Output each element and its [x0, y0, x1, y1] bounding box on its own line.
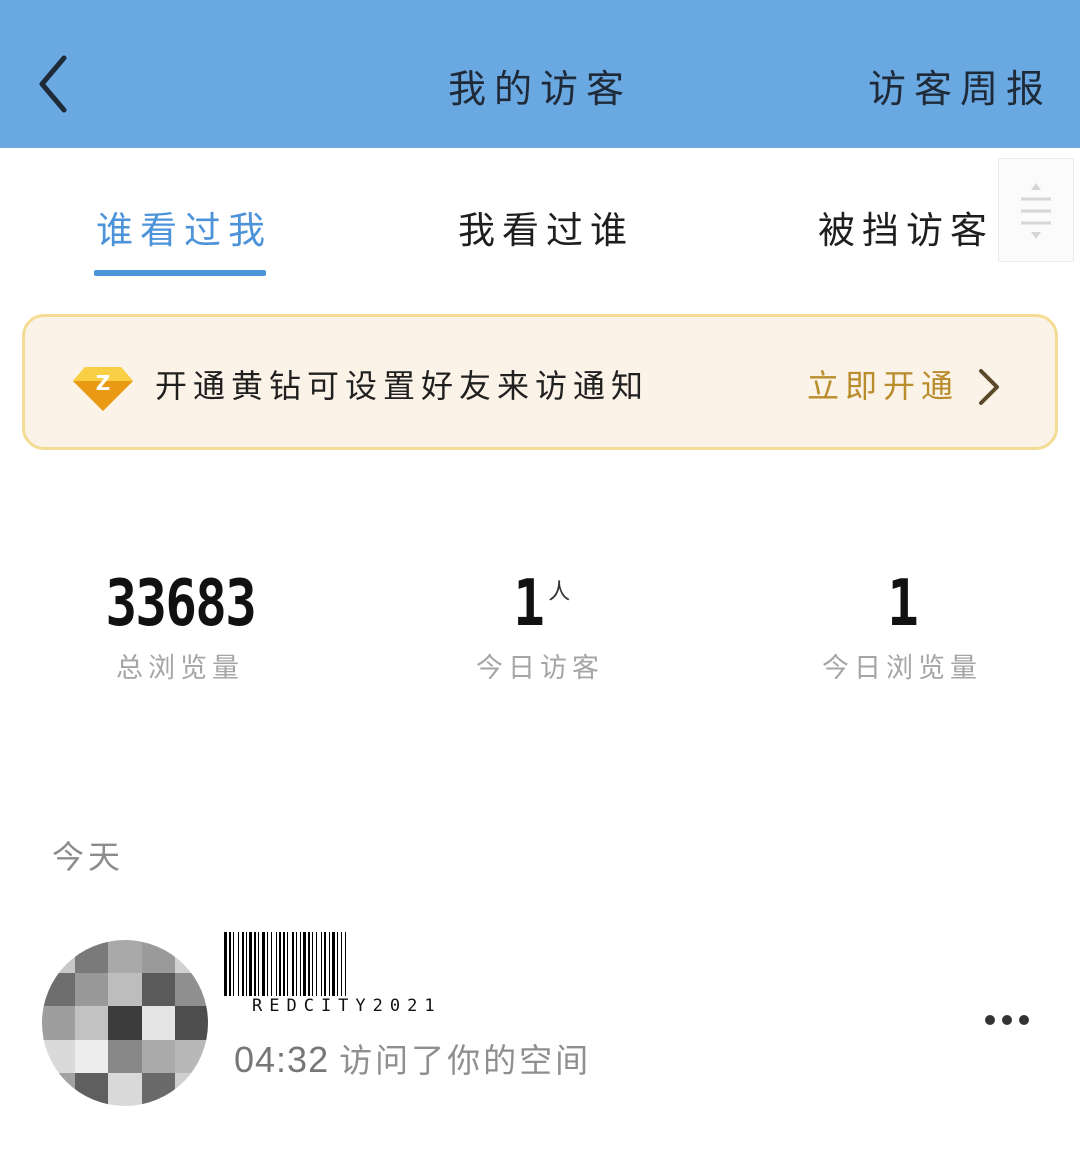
tab-blocked-visitors[interactable]: 被挡访客: [818, 200, 994, 254]
visit-description: 04:32 访问了你的空间: [234, 1034, 591, 1082]
barcode-bar: [262, 932, 265, 996]
barcode-bar: [316, 932, 317, 996]
barcode-bar: [329, 932, 330, 996]
barcode-bar: [312, 932, 313, 996]
stat-today-visitors: 1人 今日访客: [390, 566, 690, 685]
barcode-bar: [233, 932, 234, 996]
barcode-bar: [337, 932, 338, 996]
sort-menu-icon: [1021, 183, 1051, 239]
today-visitors-unit: 人: [548, 580, 571, 605]
barcode-bar: [332, 932, 335, 996]
open-now-link[interactable]: 立即开通: [807, 361, 959, 407]
tab-bar: 谁看过我 我看过谁 被挡访客: [0, 148, 1080, 288]
barcode-bar: [276, 932, 277, 996]
tab-who-i-viewed[interactable]: 我看过谁: [458, 200, 634, 254]
barcode-bar: [258, 932, 259, 996]
barcode-bar: [238, 932, 239, 996]
barcode-bar: [254, 932, 256, 996]
barcode-bar: [229, 932, 231, 996]
avatar[interactable]: [42, 940, 208, 1106]
barcode-bar: [242, 932, 244, 996]
barcode-bar: [267, 932, 268, 996]
more-dots-icon[interactable]: [982, 1012, 1032, 1028]
today-views-value: 1: [887, 567, 919, 641]
yellow-diamond-banner[interactable]: Z 开通黄钻可设置好友来访通知 立即开通: [22, 314, 1058, 450]
active-tab-indicator: [94, 270, 266, 276]
barcode-bar: [287, 932, 288, 996]
banner-message: 开通黄钻可设置好友来访通知: [155, 367, 650, 405]
today-visitors-label: 今日访客: [476, 653, 604, 684]
weekly-report-link[interactable]: 访客周报: [868, 58, 1052, 113]
barcode-bar: [296, 932, 297, 996]
barcode-bar: [292, 932, 294, 996]
barcode-watermark-text: REDCITY2021: [252, 996, 442, 1016]
tab-menu-button[interactable]: [998, 158, 1074, 262]
barcode-bar: [246, 932, 247, 996]
barcode-bar: [300, 932, 301, 996]
visit-action-text: 访问了你的空间: [339, 1041, 592, 1080]
barcode-bar: [308, 932, 310, 996]
chevron-right-icon[interactable]: [975, 367, 1001, 407]
section-today-label: 今天: [52, 838, 125, 876]
visit-time: 04:32: [234, 1039, 330, 1080]
barcode-bar: [283, 932, 285, 996]
barcode-bar: [249, 932, 252, 996]
total-views-value: 33683: [105, 567, 256, 641]
today-views-label: 今日浏览量: [822, 653, 982, 684]
barcode-bar: [279, 932, 281, 996]
svg-text:Z: Z: [96, 371, 111, 395]
barcode-bar: [321, 932, 322, 996]
barcode-bar: [271, 932, 272, 996]
stat-total-views: 33683 总浏览量: [30, 566, 330, 685]
total-views-label: 总浏览量: [116, 653, 244, 684]
barcode-bar: [345, 932, 346, 996]
visitor-list-item[interactable]: REDCITY2021 04:32 访问了你的空间: [0, 930, 1080, 1120]
barcode-bar: [303, 932, 306, 996]
stat-today-views: 1 今日浏览量: [752, 566, 1052, 685]
barcode-watermark: [224, 932, 346, 996]
barcode-bar: [324, 932, 326, 996]
barcode-bar: [341, 932, 342, 996]
top-bar: 我的访客 访客周报: [0, 0, 1080, 148]
barcode-bar: [224, 932, 227, 996]
today-visitors-value: 1: [513, 567, 545, 641]
tab-who-viewed-me[interactable]: 谁看过我: [96, 200, 272, 254]
yellow-diamond-icon: Z: [73, 367, 133, 411]
